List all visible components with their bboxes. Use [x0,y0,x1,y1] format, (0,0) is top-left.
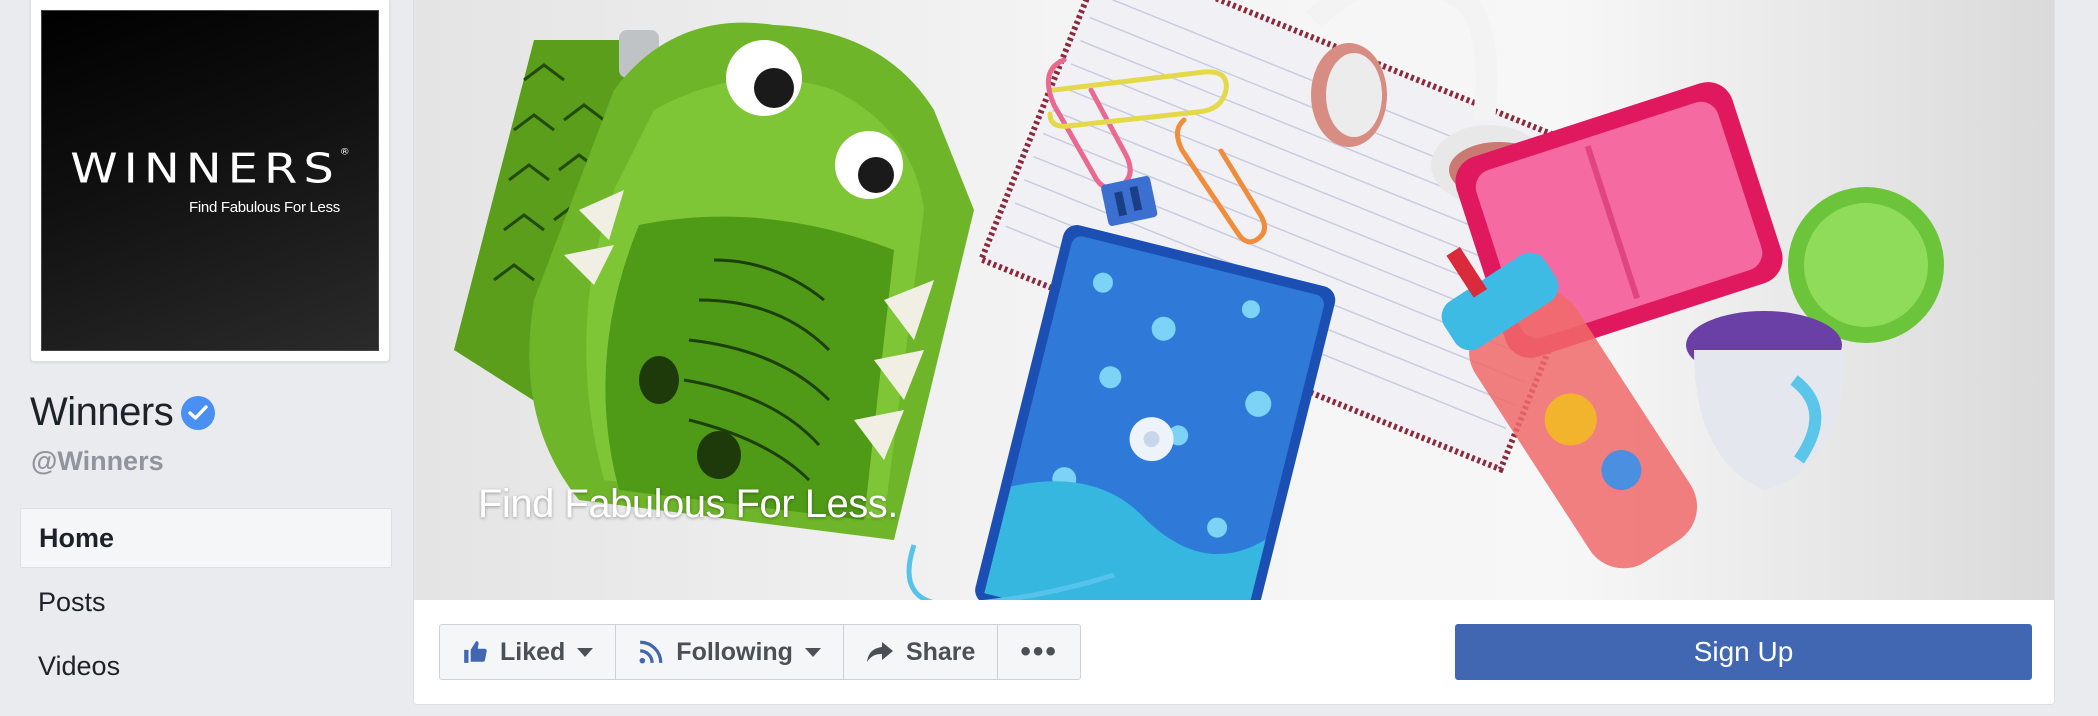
page-handle[interactable]: @Winners [31,446,164,477]
following-button[interactable]: Following [616,625,844,679]
following-label: Following [676,637,793,666]
share-button[interactable]: Share [844,625,999,679]
chevron-down-icon [804,647,821,657]
profile-picture[interactable]: WINNERS® Find Fabulous For Less [41,10,379,351]
liked-button[interactable]: Liked [440,625,617,679]
rss-feed-icon [638,639,664,665]
page-title[interactable]: Winners [30,390,174,435]
nav-item-posts[interactable]: Posts [20,572,392,632]
nav-item-label: Posts [38,586,106,617]
logo-wordmark: WINNERS® [70,145,350,193]
nav-item-videos[interactable]: Videos [20,636,392,696]
cover-card: Find Fabulous For Less. Liked Following [413,0,2055,705]
thumbs-up-icon [462,639,488,665]
nav-item-label: Videos [38,650,121,681]
cover-caption: Find Fabulous For Less. [478,482,898,526]
cover-photo[interactable]: Find Fabulous For Less. [414,0,2054,600]
logo-tagline: Find Fabulous For Less [189,199,340,216]
page-name-row: Winners [30,390,216,435]
action-bar: Liked Following Share ••• Sign Up [414,600,2054,704]
share-arrow-icon [866,640,894,664]
nav-item-home[interactable]: Home [20,508,392,568]
more-dots-icon: ••• [1020,635,1058,668]
action-button-group: Liked Following Share ••• [439,624,1081,680]
share-label: Share [905,637,976,666]
liked-label: Liked [500,637,566,666]
nav-item-label: Home [39,522,115,553]
verified-badge-icon [181,395,216,430]
profile-picture-frame[interactable]: WINNERS® Find Fabulous For Less [30,0,390,362]
sign-up-button[interactable]: Sign Up [1455,624,2032,680]
chevron-down-icon [577,647,594,657]
more-options-button[interactable]: ••• [998,625,1080,679]
